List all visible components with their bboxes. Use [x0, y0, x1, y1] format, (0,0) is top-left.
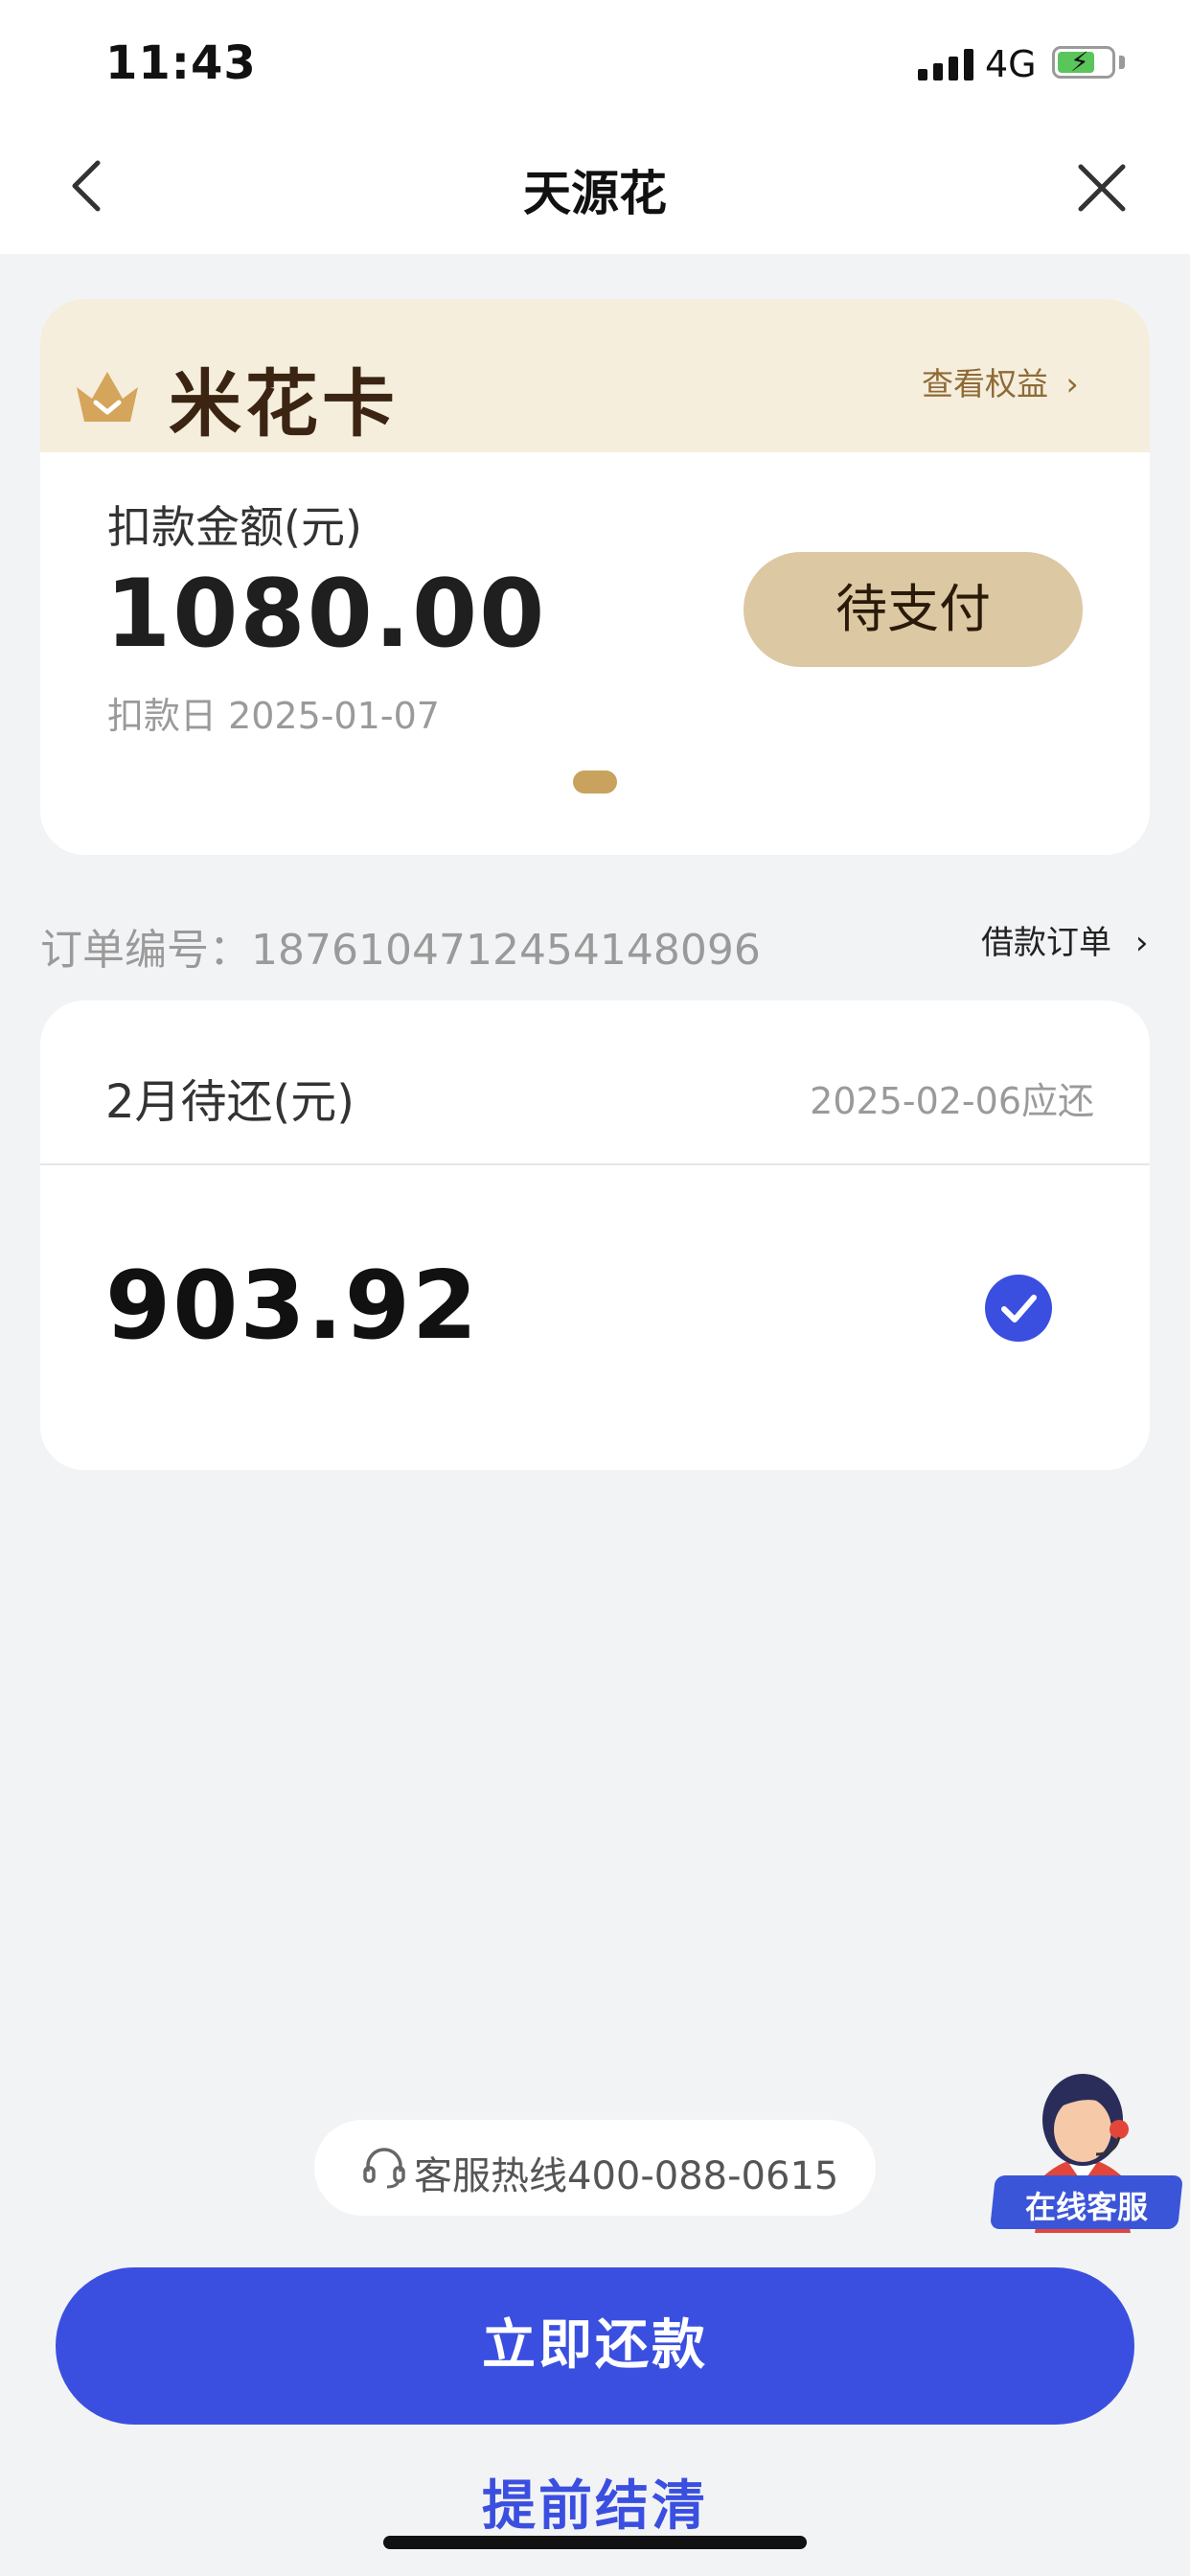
settle-early-button[interactable]: 提前结清: [0, 2463, 1190, 2541]
close-icon[interactable]: [1073, 159, 1131, 217]
order-number: 订单编号：1876104712454148096: [40, 926, 761, 975]
deduction-amount: 1080.00: [105, 560, 547, 669]
battery-tip: [1119, 56, 1125, 69]
hotline-text: 客服热线400-088-0615: [414, 2154, 839, 2198]
divider: [40, 1163, 1150, 1165]
loan-order-label: 借款订单: [981, 924, 1111, 962]
repayment-label: 2月待还(元): [105, 1075, 355, 1129]
repayment-card: 2月待还(元) 2025-02-06应还 903.92: [40, 1000, 1150, 1470]
customer-hotline[interactable]: 客服热线400-088-0615: [314, 2120, 876, 2216]
deduction-date: 扣款日 2025-01-07: [107, 695, 440, 737]
amount-label: 扣款金额(元): [107, 501, 362, 553]
checkbox-checked-icon[interactable]: [985, 1275, 1052, 1342]
cellular-signal-icon: [918, 48, 973, 80]
crown-icon: [73, 366, 142, 427]
benefits-link[interactable]: 查看权益 ›: [922, 358, 1079, 404]
repayment-amount: 903.92: [105, 1252, 480, 1361]
benefits-label: 查看权益: [922, 365, 1048, 402]
page-title: 天源花: [523, 166, 667, 221]
deduction-card: 米花卡 查看权益 › 扣款金额(元) 1080.00 扣款日 2025-01-0…: [40, 299, 1150, 855]
online-service-label: 在线客服: [1024, 2189, 1148, 2225]
headset-icon: [362, 2147, 406, 2189]
home-indicator: [383, 2536, 807, 2549]
loan-order-link[interactable]: 借款订单 ›: [981, 916, 1148, 963]
chevron-right-icon: ›: [1134, 924, 1149, 962]
due-date: 2025-02-06应还: [810, 1080, 1094, 1122]
chevron-right-icon: ›: [1065, 365, 1079, 402]
repay-now-button[interactable]: 立即还款: [56, 2267, 1134, 2425]
network-type: 4G: [985, 43, 1037, 85]
battery-charging-icon: ⚡: [1052, 46, 1115, 79]
status-time: 11:43: [105, 36, 257, 90]
page-indicator-dot: [573, 770, 617, 794]
card-brand: 米花卡: [169, 361, 399, 447]
pending-payment-button[interactable]: 待支付: [744, 552, 1083, 667]
